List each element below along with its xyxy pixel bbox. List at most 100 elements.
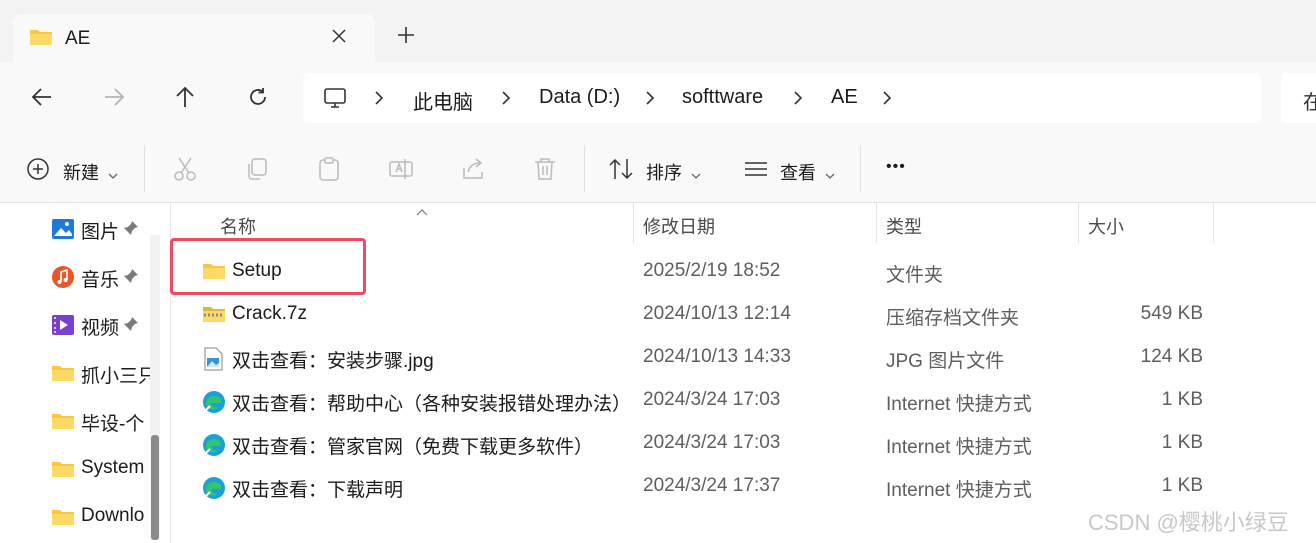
column-divider[interactable] <box>633 203 634 243</box>
close-icon[interactable] <box>331 28 347 49</box>
file-row[interactable]: 双击查看：管家官网（免费下载更多软件） 2024/3/24 17:03 Inte… <box>171 422 1316 465</box>
file-type: 文件夹 <box>886 265 944 286</box>
folder-icon <box>51 459 75 484</box>
folder-icon <box>29 27 53 52</box>
tab-ae[interactable]: AE <box>13 14 375 62</box>
chevron-right-icon[interactable] <box>500 91 512 110</box>
file-type: JPG 图片文件 <box>886 351 1005 372</box>
file-name: 双击查看：管家官网（免费下载更多软件） <box>232 437 594 458</box>
share-icon[interactable] <box>460 156 486 187</box>
file-size: 1 KB <box>1161 389 1203 410</box>
folder-icon <box>51 411 75 436</box>
sidebar-item-folder[interactable]: 抓小三只 <box>51 359 161 389</box>
new-tab-icon[interactable] <box>397 26 415 49</box>
file-row[interactable]: Crack.7z 2024/10/13 12:14 压缩存档文件夹 549 KB <box>171 293 1316 336</box>
tab-bar: AE <box>0 0 1316 62</box>
column-header-modified[interactable]: 修改日期 <box>643 213 715 239</box>
sort-icon[interactable] <box>608 157 634 186</box>
pin-icon <box>123 268 139 289</box>
search-input[interactable]: 在 <box>1281 73 1316 123</box>
breadcrumb-data-drive[interactable]: Data (D:) <box>539 86 620 109</box>
file-modified: 2024/10/13 14:33 <box>643 346 791 367</box>
sidebar-item-label: Downlo <box>81 505 145 526</box>
file-row[interactable]: 双击查看：帮助中心（各种安装报错处理办法） 2024/3/24 17:03 In… <box>171 379 1316 422</box>
file-modified: 2024/3/24 17:37 <box>643 475 781 496</box>
scrollbar-thumb[interactable] <box>151 435 159 540</box>
edge-shortcut-icon <box>202 390 226 419</box>
sidebar-item-pictures[interactable]: 图片 <box>51 215 161 245</box>
chevron-right-icon[interactable] <box>792 91 804 110</box>
navigation-pane: 图片 音乐 视频 抓小三只 毕设-个 System Downlo <box>0 203 170 543</box>
search-placeholder: 在 <box>1303 92 1316 114</box>
sidebar-item-folder[interactable]: 毕设-个 <box>51 407 161 437</box>
file-modified: 2024/3/24 17:03 <box>643 432 781 453</box>
column-divider[interactable] <box>876 203 877 243</box>
view-list-icon[interactable] <box>744 161 768 182</box>
sidebar-item-folder[interactable]: Downlo <box>51 503 161 533</box>
computer-icon[interactable] <box>323 86 347 115</box>
breadcrumb-ae[interactable]: AE <box>831 86 858 109</box>
address-field[interactable]: 此电脑 Data (D:) softtware AE <box>303 73 1261 123</box>
sidebar-scrollbar[interactable] <box>150 235 160 540</box>
sidebar-item-label: 抓小三只 <box>81 366 158 387</box>
column-divider[interactable] <box>1213 203 1214 243</box>
file-row[interactable]: 双击查看：安装步骤.jpg 2024/10/13 14:33 JPG 图片文件 … <box>171 336 1316 379</box>
file-size: 124 KB <box>1140 346 1203 367</box>
breadcrumb-this-pc[interactable]: 此电脑 <box>413 86 473 115</box>
chevron-right-icon[interactable] <box>881 91 893 110</box>
edge-shortcut-icon <box>202 476 226 505</box>
column-header-size[interactable]: 大小 <box>1088 213 1124 239</box>
view-button[interactable]: 查看 <box>780 159 816 185</box>
file-size: 549 KB <box>1140 303 1203 324</box>
sidebar-item-label: 毕设-个 <box>81 414 145 435</box>
breadcrumb-softtware[interactable]: softtware <box>682 86 763 109</box>
music-icon <box>51 265 75 293</box>
rename-icon[interactable] <box>388 156 414 187</box>
back-arrow-icon[interactable] <box>31 86 53 113</box>
sort-button[interactable]: 排序 <box>646 159 682 185</box>
file-type: 压缩存档文件夹 <box>886 308 1020 329</box>
chevron-down-icon[interactable] <box>108 164 118 185</box>
sort-ascending-icon <box>416 203 428 221</box>
file-modified: 2024/10/13 12:14 <box>643 303 791 324</box>
address-bar-row: 此电脑 Data (D:) softtware AE 在 <box>0 62 1316 134</box>
refresh-icon[interactable] <box>247 86 269 113</box>
file-size: 1 KB <box>1161 475 1203 496</box>
sidebar-item-label: 图片 <box>81 222 120 243</box>
column-header-type[interactable]: 类型 <box>886 213 922 239</box>
file-modified: 2024/3/24 17:03 <box>643 389 781 410</box>
pictures-icon <box>51 217 75 245</box>
file-name: 双击查看：安装步骤.jpg <box>232 351 434 372</box>
add-circle-icon[interactable] <box>26 157 50 186</box>
tab-title: AE <box>65 28 91 49</box>
file-name: 双击查看：下载声明 <box>232 480 404 501</box>
file-name: Crack.7z <box>232 303 307 324</box>
chevron-right-icon[interactable] <box>644 91 656 110</box>
file-type: Internet 快捷方式 <box>886 480 1032 501</box>
sidebar-item-folder[interactable]: System <box>51 455 161 485</box>
sidebar-item-videos[interactable]: 视频 <box>51 311 161 341</box>
sidebar-item-music[interactable]: 音乐 <box>51 263 161 293</box>
image-file-icon <box>202 347 224 376</box>
paste-icon[interactable] <box>316 156 342 187</box>
more-options-button[interactable]: ••• <box>886 158 906 176</box>
chevron-right-icon[interactable] <box>373 91 385 110</box>
copy-icon[interactable] <box>244 156 270 187</box>
up-arrow-icon[interactable] <box>174 86 196 113</box>
column-header-name[interactable]: 名称 <box>220 213 256 239</box>
file-type: Internet 快捷方式 <box>886 394 1032 415</box>
video-icon <box>51 313 75 341</box>
sidebar-item-label: 音乐 <box>81 270 120 291</box>
delete-icon[interactable] <box>532 156 558 187</box>
pin-icon <box>123 316 139 337</box>
sidebar-item-label: System <box>81 457 145 478</box>
column-divider[interactable] <box>1078 203 1079 243</box>
forward-arrow-icon[interactable] <box>103 86 125 113</box>
folder-icon <box>51 507 75 532</box>
toolbar-divider <box>860 146 861 192</box>
cut-icon[interactable] <box>172 156 198 187</box>
chevron-down-icon[interactable] <box>691 164 701 185</box>
file-row[interactable]: 双击查看：下载声明 2024/3/24 17:37 Internet 快捷方式 … <box>171 465 1316 508</box>
new-button[interactable]: 新建 <box>63 159 99 185</box>
chevron-down-icon[interactable] <box>825 164 835 185</box>
